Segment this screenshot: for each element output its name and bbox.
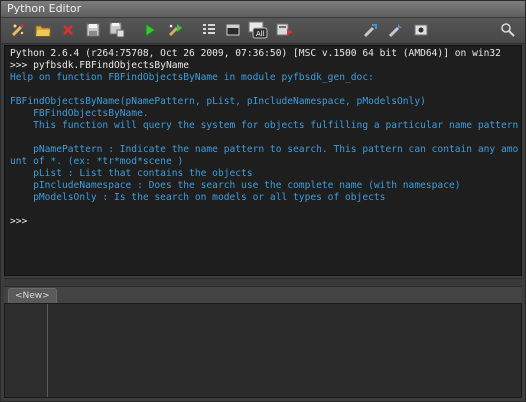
window-title: Python Editor bbox=[7, 2, 82, 15]
save-icon bbox=[85, 22, 101, 38]
new-script-icon bbox=[10, 22, 26, 38]
search-icon bbox=[500, 22, 516, 38]
console-line: This function will query the system for … bbox=[10, 120, 519, 131]
indent-icon bbox=[201, 22, 217, 38]
console-line: FBFindObjectsByName(pNamePattern, pList,… bbox=[10, 96, 426, 107]
script-editor[interactable] bbox=[4, 303, 522, 398]
clear-all-button[interactable]: All bbox=[248, 21, 268, 39]
pane-splitter[interactable] bbox=[4, 278, 522, 287]
save-as-button[interactable] bbox=[108, 21, 126, 39]
tab-new[interactable]: <New> bbox=[8, 288, 57, 303]
tool-b-icon bbox=[388, 22, 404, 38]
new-script-button[interactable] bbox=[9, 21, 27, 39]
editor-text-area[interactable] bbox=[48, 304, 521, 397]
tool-c-icon bbox=[413, 22, 429, 38]
console-line: pNamePattern : Indicate the name pattern… bbox=[10, 144, 519, 167]
close-script-button[interactable] bbox=[59, 21, 77, 39]
title-bar: Python Editor bbox=[1, 1, 525, 18]
close-x-icon bbox=[60, 22, 76, 38]
tool-a-button[interactable] bbox=[362, 21, 380, 39]
run-play-icon bbox=[142, 22, 158, 38]
editor-tab-bar: <New> bbox=[4, 287, 522, 303]
run-button[interactable] bbox=[141, 21, 159, 39]
stop-button[interactable] bbox=[276, 21, 294, 39]
console-output[interactable]: Python 2.6.4 (r264:75708, Oct 26 2009, 0… bbox=[4, 45, 522, 276]
toolbar: All bbox=[1, 18, 525, 44]
console-line: pIncludeNamespace : Does the search use … bbox=[10, 180, 461, 191]
search-button[interactable] bbox=[499, 21, 517, 39]
console-line: Python 2.6.4 (r264:75708, Oct 26 2009, 0… bbox=[10, 48, 501, 59]
tool-b-button[interactable] bbox=[387, 21, 405, 39]
console-text: Python 2.6.4 (r264:75708, Oct 26 2009, 0… bbox=[5, 46, 521, 228]
save-as-icon bbox=[109, 22, 125, 38]
tool-c-button[interactable] bbox=[412, 21, 430, 39]
window-icon bbox=[225, 22, 241, 38]
stop-icon bbox=[276, 22, 294, 38]
window-button[interactable] bbox=[224, 21, 242, 39]
console-line: pList : List that contains the objects bbox=[10, 168, 253, 179]
line-number-gutter bbox=[5, 304, 48, 397]
console-line: >>> pyfbsdk.FBFindObjectsByName bbox=[10, 60, 190, 71]
run-selection-button[interactable] bbox=[166, 21, 184, 39]
console-line: FBFindObjectsByName. bbox=[10, 108, 149, 119]
console-line: Help on function FBFindObjectsByName in … bbox=[10, 72, 374, 83]
console-line: pModelsOnly : Is the search on models or… bbox=[10, 192, 386, 203]
clear-all-label: All bbox=[256, 30, 265, 38]
run-selection-icon bbox=[167, 22, 183, 38]
python-editor-window: Python Editor All Python 2.6.4 (r264:757… bbox=[0, 0, 526, 402]
console-line: >>> bbox=[10, 216, 28, 227]
open-folder-icon bbox=[35, 22, 51, 38]
tool-a-icon bbox=[363, 22, 379, 38]
save-button[interactable] bbox=[84, 21, 102, 39]
indent-button[interactable] bbox=[200, 21, 218, 39]
open-button[interactable] bbox=[34, 21, 52, 39]
